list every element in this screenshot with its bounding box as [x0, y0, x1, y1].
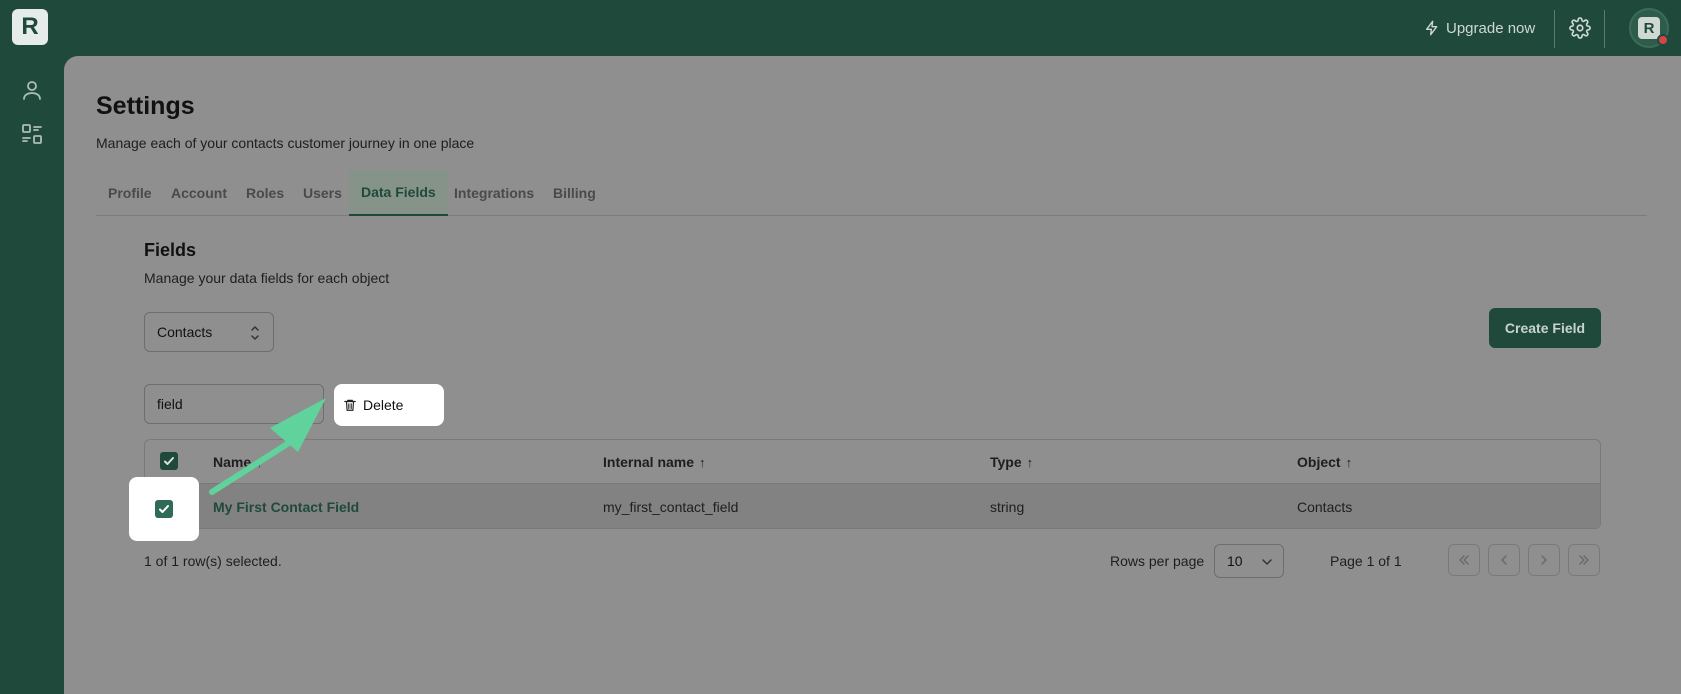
main-panel: Settings Manage each of your contacts cu… [64, 56, 1681, 694]
previous-page-button[interactable] [1488, 544, 1520, 576]
column-name[interactable]: Name ↑ [213, 454, 263, 470]
chevron-down-icon [1262, 559, 1272, 565]
column-object[interactable]: Object ↑ [1297, 454, 1352, 470]
field-internal-name: my_first_contact_field [603, 499, 739, 515]
table-row[interactable]: My First Contact Field my_first_contact_… [145, 484, 1600, 528]
page-indicator: Page 1 of 1 [1330, 553, 1402, 569]
column-internal-name[interactable]: Internal name ↑ [603, 454, 706, 470]
tab-profile[interactable]: Profile [96, 170, 164, 216]
chevron-left-icon [1501, 555, 1507, 565]
tab-account[interactable]: Account [159, 170, 239, 216]
create-field-button[interactable]: Create Field [1489, 308, 1601, 348]
user-avatar[interactable]: R [1629, 8, 1669, 48]
upgrade-now-link[interactable]: Upgrade now [1424, 16, 1535, 40]
sort-arrow-icon: ↑ [1345, 454, 1353, 470]
rows-per-page-value: 10 [1227, 553, 1243, 569]
object-select[interactable]: Contacts [144, 312, 274, 352]
check-icon [159, 505, 169, 513]
row-checkbox[interactable] [155, 500, 173, 518]
trash-icon [344, 399, 356, 411]
rows-per-page-select[interactable]: 10 [1214, 544, 1284, 578]
page-subtitle: Manage each of your contacts customer jo… [96, 135, 475, 151]
user-icon[interactable] [20, 78, 44, 102]
data-fields-icon[interactable] [20, 122, 44, 146]
chevron-right-icon [1541, 555, 1547, 565]
page-title: Settings [96, 92, 195, 120]
delete-label: Delete [363, 397, 404, 413]
settings-tabs: Profile Account Roles Users Data Fields … [96, 170, 1647, 216]
topbar-divider [1604, 10, 1605, 48]
chevron-up-down-icon [251, 326, 259, 340]
sort-arrow-icon: ↑ [699, 454, 706, 470]
chevrons-right-icon [1579, 555, 1589, 565]
first-page-button[interactable] [1448, 544, 1480, 576]
fields-heading: Fields [144, 240, 197, 260]
table-header: Name ↑ Internal name ↑ Type ↑ Object ↑ [145, 440, 1600, 484]
selection-count: 1 of 1 row(s) selected. [144, 553, 282, 569]
fields-table: Name ↑ Internal name ↑ Type ↑ Object ↑ M… [144, 439, 1601, 529]
tab-integrations[interactable]: Integrations [442, 170, 546, 216]
status-dot [1657, 34, 1669, 46]
column-name-label: Name [213, 454, 252, 470]
app-logo[interactable]: R [12, 9, 48, 45]
tab-users[interactable]: Users [291, 170, 354, 216]
logo-letter: R [21, 13, 39, 40]
row-checkbox-highlight [129, 477, 199, 541]
check-icon [164, 457, 174, 465]
next-page-button[interactable] [1528, 544, 1560, 576]
rows-per-page-label: Rows per page [1110, 553, 1205, 569]
sort-arrow-icon: ↑ [1026, 454, 1034, 470]
gear-icon[interactable] [1569, 17, 1591, 39]
upgrade-now-label: Upgrade now [1446, 19, 1536, 37]
field-type: string [990, 499, 1025, 515]
last-page-button[interactable] [1568, 544, 1600, 576]
column-internal-name-label: Internal name [603, 454, 695, 470]
tab-billing[interactable]: Billing [541, 170, 608, 216]
tab-roles[interactable]: Roles [234, 170, 296, 216]
column-object-label: Object [1297, 454, 1341, 470]
annotation-arrow [209, 398, 326, 495]
field-object: Contacts [1297, 499, 1353, 515]
tab-data-fields[interactable]: Data Fields [349, 170, 448, 216]
topbar-divider [1554, 10, 1555, 48]
delete-button[interactable]: Delete [334, 384, 444, 426]
column-type-label: Type [990, 454, 1022, 470]
filter-input[interactable] [144, 384, 324, 424]
avatar-letter: R [1638, 17, 1660, 39]
select-all-checkbox[interactable] [160, 452, 178, 470]
lightning-icon [1426, 20, 1438, 36]
fields-subtitle: Manage your data fields for each object [144, 270, 390, 286]
object-select-value: Contacts [157, 324, 213, 340]
field-name-link[interactable]: My First Contact Field [213, 499, 359, 515]
chevrons-left-icon [1459, 555, 1469, 565]
sort-arrow-icon: ↑ [256, 454, 263, 470]
column-type[interactable]: Type ↑ [990, 454, 1033, 470]
top-bar: R Upgrade now R [0, 0, 1681, 56]
